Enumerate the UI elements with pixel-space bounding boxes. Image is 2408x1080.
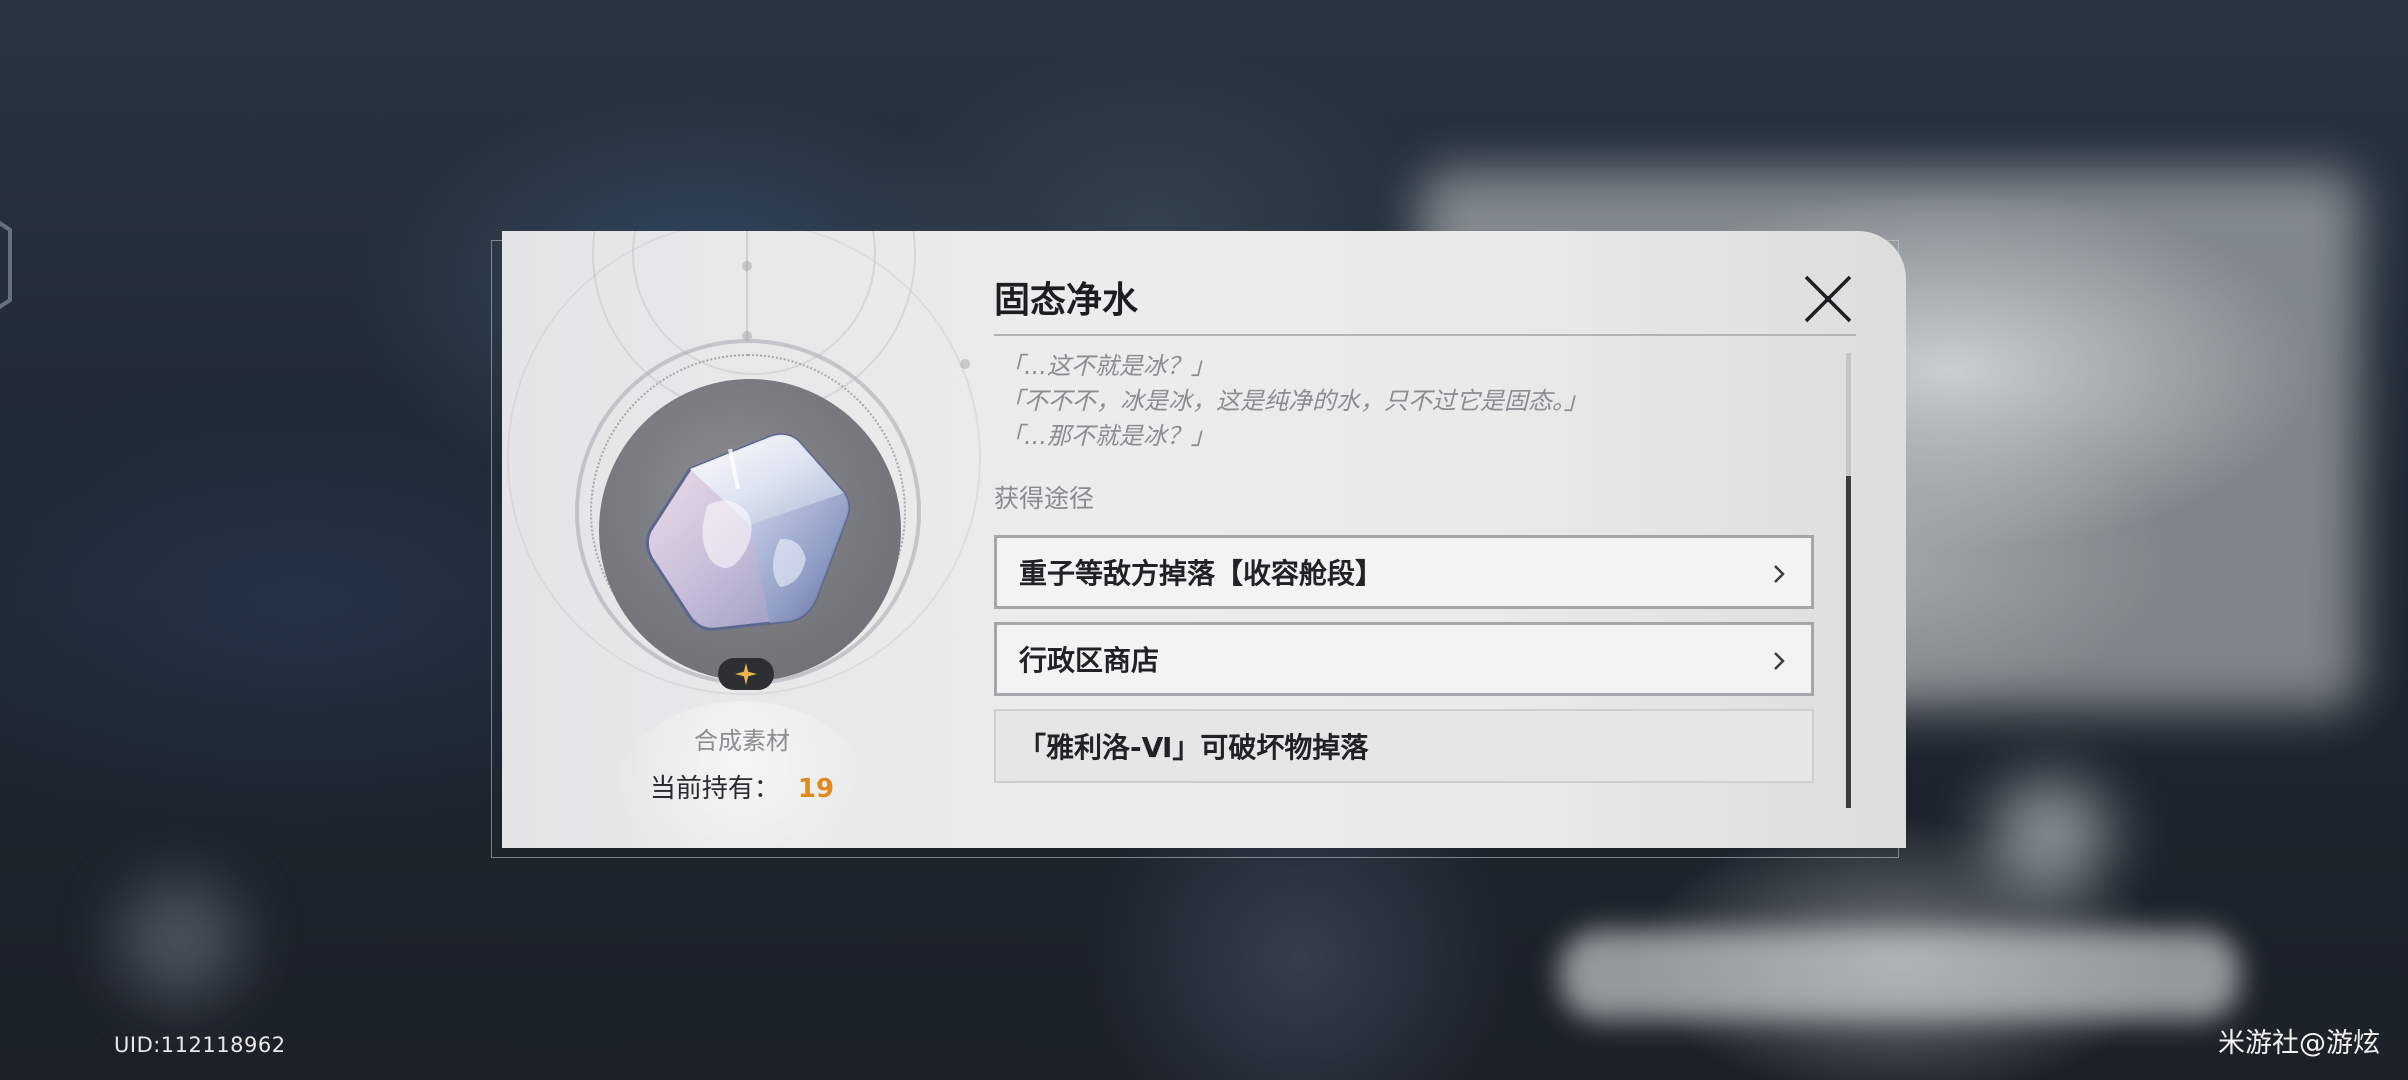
decorative-line bbox=[746, 231, 748, 341]
item-category-label: 合成素材 bbox=[694, 727, 790, 755]
background-blur bbox=[1990, 780, 2110, 890]
item-description: 「...这不就是冰？」 「不不不，冰是冰，这是纯净的水，只不过它是固态。」 「.… bbox=[1000, 349, 1588, 454]
held-count-row: 当前持有： 19 bbox=[502, 768, 982, 805]
ice-cube-icon bbox=[645, 433, 851, 631]
description-line: 「...那不就是冰？」 bbox=[1000, 422, 1215, 450]
hexagon-frame-icon bbox=[0, 220, 12, 310]
title-divider bbox=[994, 334, 1856, 336]
source-label: 「雅利洛-Ⅵ」可破坏物掉落 bbox=[1018, 731, 1369, 764]
watermark: 米游社@游炫 bbox=[2218, 1028, 2380, 1059]
source-label: 行政区商店 bbox=[1019, 644, 1160, 677]
decorative-dot bbox=[742, 261, 752, 271]
source-item-shop[interactable]: 行政区商店 bbox=[994, 622, 1814, 696]
description-line: 「不不不，冰是冰，这是纯净的水，只不过它是固态。」 bbox=[1000, 387, 1588, 415]
rarity-badge bbox=[718, 658, 774, 690]
item-title: 固态净水 bbox=[994, 280, 1139, 321]
chevron-right-icon bbox=[1774, 565, 1785, 583]
scrollbar-thumb[interactable] bbox=[1846, 476, 1851, 808]
held-label: 当前持有： bbox=[649, 774, 780, 804]
background-blur bbox=[120, 880, 240, 1000]
close-button[interactable] bbox=[1800, 271, 1856, 327]
decorative-dot bbox=[960, 359, 970, 369]
description-line: 「...这不就是冰？」 bbox=[1000, 352, 1215, 380]
held-count: 19 bbox=[797, 774, 835, 804]
source-item-enemy-drop[interactable]: 重子等敌方掉落【收容舱段】 bbox=[994, 535, 1814, 609]
close-icon bbox=[1804, 275, 1852, 323]
item-detail-dialog: 合成素材 当前持有： 19 固态净水 「...这不就是冰？」 「不不不，冰是冰，这… bbox=[502, 231, 1906, 848]
sparkle-star-icon bbox=[735, 663, 757, 685]
sources-heading: 获得途径 bbox=[994, 484, 1095, 513]
chevron-right-icon bbox=[1774, 652, 1785, 670]
background-blur bbox=[1560, 930, 2240, 1020]
source-label: 重子等敌方掉落【收容舱段】 bbox=[1019, 557, 1384, 590]
source-item-destructible: 「雅利洛-Ⅵ」可破坏物掉落 bbox=[994, 709, 1814, 783]
user-id: UID:112118962 bbox=[114, 1033, 286, 1057]
item-preview-panel: 合成素材 当前持有： 19 bbox=[502, 231, 982, 848]
